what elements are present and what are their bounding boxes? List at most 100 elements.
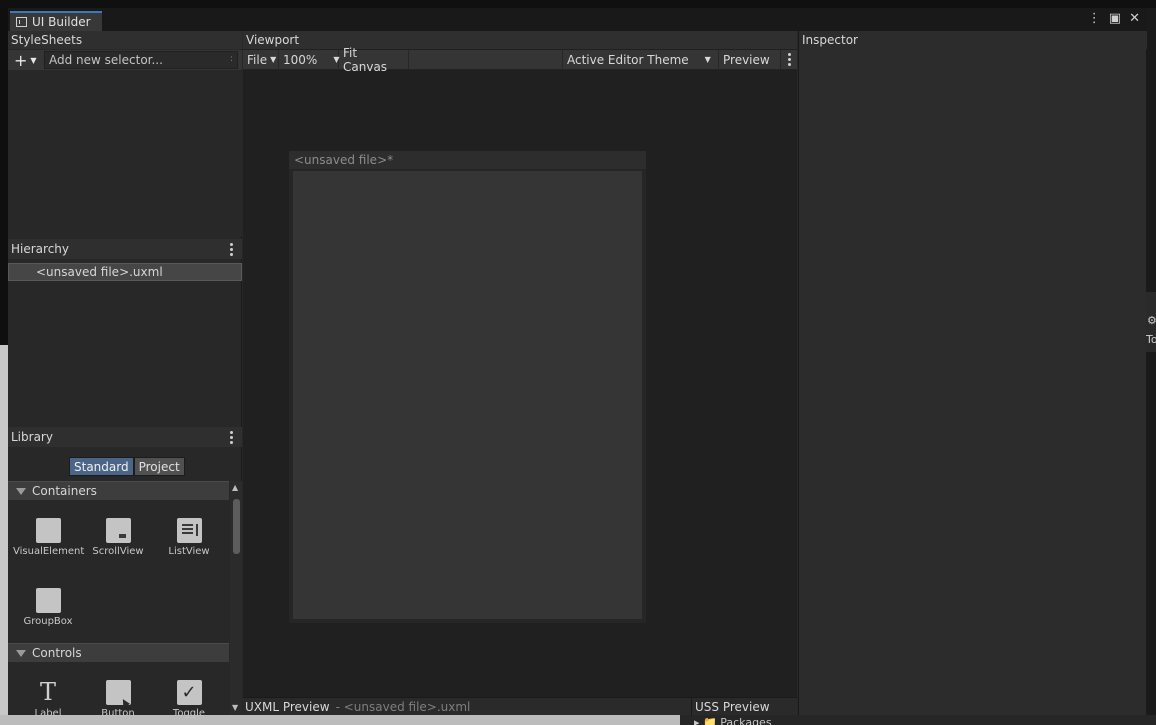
scroll-down-icon[interactable]: ▼ (232, 703, 238, 712)
library-item-label: ListView (168, 546, 210, 557)
desktop-top-strip (0, 0, 1156, 8)
library-item-label: VisualElement (13, 546, 85, 557)
hierarchy-item[interactable]: <unsaved file>.uxml (8, 263, 242, 281)
fit-canvas-label: Fit Canvas (343, 45, 388, 74)
add-selector-input[interactable]: Add new selector... : (44, 51, 238, 69)
inspector-pane: Inspector (798, 31, 1147, 715)
stylesheets-title: StyleSheets (11, 33, 83, 47)
selector-options-icon[interactable]: : (230, 54, 233, 64)
file-menu[interactable]: File ▼ (243, 49, 279, 70)
uxml-preview-label[interactable]: UXML Preview (243, 700, 330, 714)
library-scroll-thumb[interactable] (233, 499, 240, 554)
canvas-body[interactable] (293, 171, 642, 619)
library-item-label: ScrollView (92, 546, 144, 557)
maximize-icon[interactable]: ▣ (1109, 11, 1121, 26)
groupbox-icon (35, 588, 61, 613)
button-icon (105, 680, 131, 705)
stylesheets-header: StyleSheets (8, 31, 242, 49)
library-item-label: Toggle (172, 708, 206, 719)
library-tab-toggle: Standard Project (69, 457, 185, 476)
background-packages-folder: ▸ 📁 Packages (694, 716, 772, 725)
viewport-header: Viewport (243, 31, 797, 49)
viewport-menu-icon (783, 53, 795, 67)
background-tool-icon: ⚙ (1147, 314, 1156, 327)
hierarchy-item-label: <unsaved file>.uxml (36, 265, 163, 279)
library-item-label: Button (101, 708, 135, 719)
library-item-label-text: Label (34, 708, 62, 719)
more-icon[interactable]: ⋮ (1088, 11, 1101, 26)
library-scrollbar[interactable]: ▲ ▼ (230, 481, 242, 715)
document-canvas[interactable]: <unsaved file>* (289, 151, 646, 623)
section-label: Containers (32, 484, 97, 498)
add-selector-placeholder: Add new selector... (49, 53, 163, 67)
viewport-toolbar: File ▼ 100% ▼ Fit Canvas Active Editor The… (243, 46, 797, 74)
window-titlebar: UI Builder ⋮ ▣ ✕ (8, 8, 1146, 31)
triangle-down-icon (16, 649, 26, 657)
background-tool-label: To (1146, 333, 1156, 346)
library-item-scrollview[interactable]: ScrollView (83, 518, 153, 557)
chevron-down-icon: ▼ (30, 55, 37, 65)
canvas-title: <unsaved file>* (294, 153, 394, 167)
left-column: StyleSheets + ▼ Add new selector... : Hie… (8, 31, 242, 719)
library-title: Library (11, 430, 53, 444)
library-item-label[interactable]: T Label (13, 678, 83, 720)
tab-standard[interactable]: Standard (69, 457, 134, 476)
canvas-header: <unsaved file>* (289, 151, 646, 169)
file-menu-label: File (247, 52, 268, 67)
preview-label: Preview (723, 52, 770, 67)
preview-button[interactable]: Preview (719, 49, 781, 70)
theme-dropdown[interactable]: Active Editor Theme ▼ (562, 49, 719, 70)
library-item-label: GroupBox (23, 616, 73, 627)
section-label: Controls (32, 646, 82, 660)
listview-icon (176, 518, 202, 543)
visualelement-icon (35, 518, 61, 543)
viewport-menu-button[interactable] (781, 50, 797, 70)
inspector-header: Inspector (799, 31, 1147, 49)
scrollview-icon (105, 518, 131, 543)
library-item-groupbox[interactable]: GroupBox (13, 588, 83, 627)
stylesheets-toolbar: + ▼ Add new selector... : (8, 50, 242, 70)
library-menu-icon[interactable] (225, 430, 237, 444)
chevron-down-icon: ▼ (704, 55, 711, 64)
stylesheets-body (8, 71, 242, 236)
ui-builder-window: UI Builder ⋮ ▣ ✕ StyleSheets + ▼ Add new … (8, 8, 1147, 719)
fit-canvas-button[interactable]: Fit Canvas (339, 46, 409, 74)
close-icon[interactable]: ✕ (1129, 11, 1140, 26)
theme-label: Active Editor Theme (567, 52, 689, 67)
ui-builder-icon (16, 17, 27, 27)
toggle-checkmark-icon: ✓ (176, 680, 202, 705)
tab-title: UI Builder (32, 15, 91, 29)
hierarchy-menu-icon[interactable] (225, 242, 237, 256)
section-controls[interactable]: Controls (8, 643, 229, 662)
inspector-title: Inspector (802, 33, 858, 47)
library-item-listview[interactable]: ListView (154, 518, 224, 557)
uxml-preview-file: - <unsaved file>.uxml (335, 699, 471, 714)
scroll-up-icon[interactable]: ▲ (232, 483, 238, 492)
plus-icon: + (14, 50, 28, 70)
zoom-dropdown[interactable]: 100% ▼ (279, 49, 339, 70)
library-item-button[interactable]: Button (83, 680, 153, 719)
library-header: Library (8, 427, 242, 447)
chevron-down-icon: ▼ (270, 55, 277, 64)
hierarchy-header: Hierarchy (8, 239, 242, 259)
viewport-title: Viewport (246, 33, 300, 47)
library-item-visualelement[interactable]: VisualElement (13, 518, 85, 557)
packages-label: Packages (720, 716, 772, 725)
viewport-pane: Viewport File ▼ 100% ▼ Fit Canvas Active E… (243, 31, 797, 716)
zoom-label: 100% (283, 52, 318, 67)
desktop-left-grey (0, 345, 8, 725)
ui-builder-tab[interactable]: UI Builder (10, 11, 102, 31)
uss-preview-label[interactable]: USS Preview (691, 698, 797, 716)
library-item-toggle[interactable]: ✓ Toggle (154, 680, 224, 719)
section-containers[interactable]: Containers (8, 481, 229, 500)
add-stylesheet-button[interactable]: + ▼ (8, 50, 44, 70)
label-icon: T (39, 678, 56, 706)
desktop-right-strip (1146, 8, 1156, 725)
preview-bar: UXML Preview - <unsaved file>.uxml USS P… (243, 697, 797, 716)
triangle-down-icon (16, 487, 26, 495)
window-controls: ⋮ ▣ ✕ (1088, 11, 1140, 26)
background-tool-panel: ⚙ To (1146, 292, 1156, 352)
hierarchy-title: Hierarchy (11, 242, 70, 256)
tab-project[interactable]: Project (133, 457, 185, 476)
